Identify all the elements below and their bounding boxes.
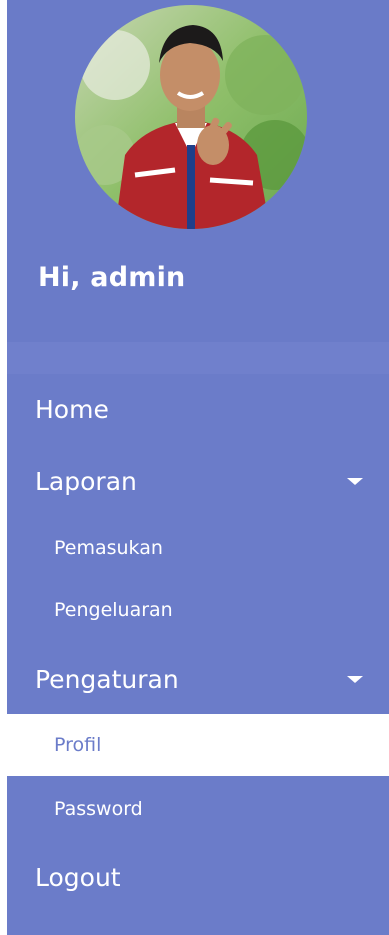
nav-subitem-profil[interactable]: Profil <box>0 714 389 776</box>
separator <box>7 342 389 374</box>
nav-subitem-label: Pengeluaran <box>54 599 173 621</box>
chevron-down-icon <box>347 477 363 485</box>
nav-subitem-password[interactable]: Password <box>7 778 389 840</box>
nav-subitem-label: Profil <box>54 734 102 756</box>
nav-item-label: Laporan <box>35 466 137 496</box>
nav-item-logout[interactable]: Logout <box>7 842 389 912</box>
nav-subitem-label: Pemasukan <box>54 537 163 559</box>
greeting: Hi, admin <box>38 262 186 293</box>
nav-item-label: Logout <box>35 862 121 892</box>
nav-item-label: Home <box>35 394 109 424</box>
avatar <box>75 5 307 229</box>
chevron-down-icon <box>347 675 363 683</box>
nav-subitem-pemasukan[interactable]: Pemasukan <box>7 517 389 579</box>
nav-item-pengaturan[interactable]: Pengaturan <box>7 644 389 714</box>
nav-item-laporan[interactable]: Laporan <box>7 446 389 516</box>
nav-subitem-pengeluaran[interactable]: Pengeluaran <box>7 579 389 641</box>
nav-item-home[interactable]: Home <box>7 374 389 444</box>
nav-subitem-label: Password <box>54 798 143 820</box>
avatar-photo <box>75 5 307 229</box>
sidebar: Hi, admin Home Laporan Pemasukan Pengelu… <box>0 0 389 935</box>
sidebar-footer <box>7 913 389 935</box>
profile-header: Hi, admin <box>7 0 389 342</box>
nav-item-label: Pengaturan <box>35 664 179 694</box>
